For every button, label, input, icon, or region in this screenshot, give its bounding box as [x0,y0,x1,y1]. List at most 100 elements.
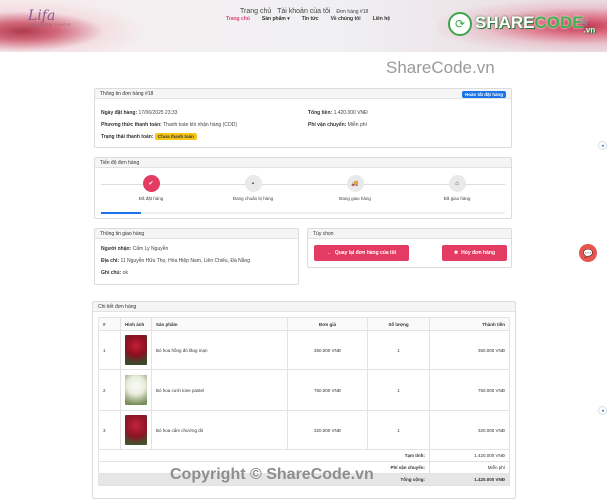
product-image [120,369,152,411]
step-preparing-label: Đang chuẩn bị hàng [232,196,274,201]
back-to-orders-button[interactable]: ← Quay lại đơn hàng của tôi [314,245,409,261]
payment-label: Phương thức thanh toán: [101,122,162,128]
progress-card: Tiến độ đơn hàng ✔ Đã đặt hàng ▪ Đang ch… [94,157,512,219]
shop-logo[interactable]: Lifa FLOWER SHOP [28,8,71,27]
cart-icon[interactable]: 🛒 [580,18,590,27]
close-icon: ✖ [453,250,459,256]
table-header-row: # Hình ảnh Sản phẩm Đơn giá Số lượng Thà… [98,317,510,331]
payment-value: Thanh toán khi nhận hàng (COD) [163,122,238,128]
header-banner: Lifa FLOWER SHOP Trang chủ Tài khoản của… [0,0,607,52]
col-amount: Thành tiền [429,317,510,331]
step-preparing: ▪ Đang chuẩn bị hàng [223,175,283,201]
side-toggle-icon[interactable]: ◂ [598,141,607,150]
shipping-fee: Phí vận chuyển: Miễn phí [308,122,367,128]
product-image [120,330,152,370]
order-status-badge: Hoàn tất đặt hàng [462,91,506,98]
note-value: ok [122,270,128,276]
progress-bar-fill [101,212,142,214]
step-shipping-label: Đang giao hàng [339,196,371,201]
shipping-fee-value: Miễn phí [347,122,367,128]
sharecode-logo-icon: ⟳ [448,12,472,36]
order-info-title: Thông tin đơn hàng #18 [100,91,154,97]
nav-news[interactable]: Tin tức [302,16,319,22]
options-card: Tùy chọn ← Quay lại đơn hàng của tôi ✖ Hủy… [307,228,512,268]
col-product: Sản phẩm [151,317,288,331]
nav-contact[interactable]: Liên hệ [373,16,391,22]
sharecode-logo: ⟳ SHARECODE.vn [448,12,595,36]
step-delivered: ⌂ Đã giao hàng [427,175,487,201]
product-amount: 750.000 VNĐ [429,369,510,411]
shipping-info-card: Thông tin giao hàng Người nhận: Cẩm Ly N… [94,228,299,285]
logo-subtext: FLOWER SHOP [28,22,72,27]
payment-status-label: Trạng thái thanh toán: [101,134,154,140]
row-index: 2 [98,369,121,411]
row-index: 1 [98,330,121,370]
col-qty: Số lượng [367,317,430,331]
row-index: 3 [98,410,121,450]
col-price: Đơn giá [287,317,368,331]
order-info-header: Thông tin đơn hàng #18 Hoàn tất đặt hàng [95,89,511,99]
copyright-watermark: Copyright © ShareCode.vn [170,466,374,483]
product-price: 320.000 VNĐ [287,410,368,450]
main-nav: Trang chủ Sản phẩm ▾ Tin tức Về chúng tô… [226,16,390,22]
progress-header: Tiến độ đơn hàng [95,158,511,168]
breadcrumb-account[interactable]: Tài khoản của tôi [277,8,330,15]
subtotal-label: Tạm tính: [98,449,430,462]
shipping-fee-label: Phí vận chuyển: [308,122,347,128]
nav-home[interactable]: Trang chủ [226,16,250,22]
order-details-body: # Hình ảnh Sản phẩm Đơn giá Số lượng Thà… [93,312,515,491]
address-label: Địa chỉ: [101,258,120,264]
truck-icon: 🚚 [346,175,364,192]
check-icon: ✔ [142,175,160,192]
step-ordered: ✔ Đã đặt hàng [121,175,181,201]
brand-mid: CODE [534,13,584,33]
total-label: Tổng tiền: [308,110,333,116]
order-details-title: Chi tiết đơn hàng [98,304,137,310]
product-image [120,410,152,450]
table-row: 2 Bó hoa cưới tone pastel 750.000 VNĐ 1 … [98,369,510,411]
product-amount: 320.000 VNĐ [429,410,510,450]
product-name[interactable]: Bó hoa cưới tone pastel [151,369,288,411]
breadcrumb-order: Đơn hàng #18 [336,9,369,15]
payment-status-badge: Chưa thanh toán [154,133,197,140]
product-price: 750.000 VNĐ [287,369,368,411]
product-price: 350.000 VNĐ [287,330,368,370]
cancel-order-label: Hủy đơn hàng [461,250,496,256]
receiver-value: Cẩm Ly Nguyễn [132,246,169,252]
address: Địa chỉ: 11 Nguyễn Hữu Thọ, Hòa Hiệp Nam… [101,258,250,264]
chat-bubble-icon[interactable]: 💬 [579,244,597,262]
address-value: 11 Nguyễn Hữu Thọ, Hòa Hiệp Nam, Liên Ch… [120,258,251,264]
subtotal-value: 1.420.000 VNĐ [429,449,510,462]
shipping-info-header: Thông tin giao hàng [95,229,298,239]
nav-about[interactable]: Về chúng tôi [331,16,361,22]
product-qty: 1 [367,410,430,450]
side-toggle-icon[interactable]: ◂ [598,406,607,415]
carnation-bouquet-image [125,415,147,445]
order-total: Tổng tiền: 1.420.000 VNĐ [308,110,368,116]
options-header: Tùy chọn [308,229,511,239]
breadcrumb-home[interactable]: Trang chủ [240,8,271,15]
total-value: 1.420.000 VNĐ [333,110,368,116]
col-index: # [98,317,121,331]
shipping-info-title: Thông tin giao hàng [100,231,145,237]
cancel-order-button[interactable]: ✖ Hủy đơn hàng [442,245,507,261]
brand-prefix: SHARE [475,13,535,33]
shipping-row-value: Miễn phí [429,461,510,474]
subtotal-row: Tạm tính: 1.420.000 VNĐ [98,449,510,462]
progress-title: Tiến độ đơn hàng [100,160,140,166]
product-name[interactable]: Bó hoa hồng đỏ lãng mạn [151,330,288,370]
flower-image-left [0,0,150,52]
nav-products[interactable]: Sản phẩm ▾ [262,16,290,22]
step-ordered-label: Đã đặt hàng [138,196,164,201]
product-qty: 1 [367,369,430,411]
back-to-orders-label: Quay lại đơn hàng của tôi [334,250,397,256]
receiver-label: Người nhận: [101,246,132,252]
breadcrumb: Trang chủ Tài khoản của tôi Đơn hàng #18 [240,8,372,15]
home-icon: ⌂ [448,175,466,192]
wedding-bouquet-image [125,375,147,405]
order-info-card: Thông tin đơn hàng #18 Hoàn tất đặt hàng… [94,88,512,148]
step-delivered-label: Đã giao hàng [443,196,471,201]
receiver: Người nhận: Cẩm Ly Nguyễn [101,246,168,252]
product-name[interactable]: Bó hoa cẩm chướng đỏ [151,410,288,450]
order-date-label: Ngày đặt hàng: [101,110,138,116]
